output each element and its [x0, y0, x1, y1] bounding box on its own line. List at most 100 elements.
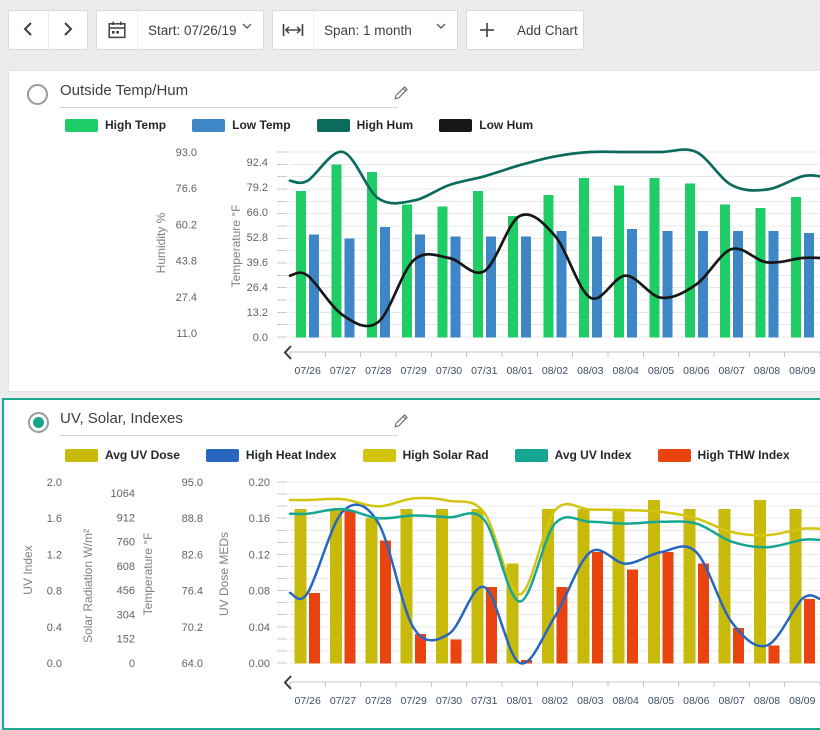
tick-label: 95.0 — [182, 477, 203, 489]
x-label: 07/30 — [436, 365, 462, 377]
legend-item-low-hum[interactable]: Low Hum — [439, 118, 533, 132]
axis-title-solar: Solar Radiation W/m² — [81, 529, 95, 643]
x-label: 07/30 — [436, 695, 462, 707]
prev-date-button[interactable] — [9, 11, 48, 49]
tick-label: 760 — [117, 537, 135, 549]
span-label: Span: 1 month — [324, 23, 435, 38]
x-label: 07/29 — [401, 365, 427, 377]
tick-label: 0.0 — [47, 658, 62, 670]
legend-item-high-hum[interactable]: High Hum — [317, 118, 414, 132]
legend-label: Low Temp — [232, 118, 290, 132]
tick-label: 912 — [117, 512, 135, 524]
legend-item-high-thw-index[interactable]: High THW Index — [658, 448, 790, 462]
x-label: 08/04 — [613, 365, 639, 377]
x-label: 08/07 — [719, 695, 745, 707]
x-label: 07/27 — [330, 365, 356, 377]
tick-label: 608 — [117, 561, 135, 573]
tick-label: 0.16 — [249, 513, 270, 525]
tick-label: 79.2 — [247, 182, 268, 194]
axis-title-temp: Temperature °F — [229, 205, 243, 288]
legend-label: Avg UV Index — [555, 448, 632, 462]
chart-title[interactable]: Outside Temp/Hum — [60, 82, 188, 99]
x-label: 08/09 — [789, 695, 815, 707]
tick-label: 1064 — [111, 488, 135, 500]
x-label: 08/06 — [683, 365, 709, 377]
x-label: 07/31 — [471, 365, 497, 377]
tick-label: 0.4 — [47, 622, 62, 634]
add-chart-button[interactable]: Add Chart — [466, 10, 584, 50]
x-label: 08/01 — [507, 365, 533, 377]
x-label: 08/04 — [613, 695, 639, 707]
tick-label: 0.8 — [47, 586, 62, 598]
pencil-icon[interactable] — [392, 413, 409, 435]
tick-label: 76.4 — [182, 586, 203, 598]
tick-label: 60.2 — [176, 219, 197, 231]
tick-label: 26.4 — [247, 282, 268, 294]
tick-label: 93.0 — [176, 147, 197, 159]
uv-solar-indexes-chart[interactable]: UV Index2.01.61.20.80.40.0Solar Radiatio… — [20, 470, 820, 714]
calendar-icon — [97, 20, 137, 40]
chevron-left-icon — [23, 21, 33, 40]
divider — [137, 11, 138, 49]
x-label: 08/08 — [754, 365, 780, 377]
legend-label: High Solar Rad — [403, 448, 489, 462]
tick-label: 82.6 — [182, 549, 203, 561]
add-chart-label: Add Chart — [517, 23, 583, 38]
legend: High Temp Low Temp High Hum Low Hum — [65, 118, 533, 132]
axis-title-med: UV Dose MEDs — [217, 532, 231, 616]
legend-label: Avg UV Dose — [105, 448, 180, 462]
x-label: 07/27 — [330, 695, 356, 707]
legend-item-high-solar-rad[interactable]: High Solar Rad — [363, 448, 489, 462]
x-label: 08/08 — [754, 695, 780, 707]
tick-label: 152 — [117, 634, 135, 646]
start-date-label: Start: 07/26/19 — [148, 23, 241, 38]
chevron-down-icon — [435, 17, 447, 35]
outside-temp-hum-chart[interactable]: Humidity %93.076.660.243.827.411.0Temper… — [20, 140, 820, 385]
tick-label: 52.8 — [247, 232, 268, 244]
x-label: 08/07 — [719, 365, 745, 377]
legend-item-avg-uv-index[interactable]: Avg UV Index — [515, 448, 632, 462]
x-label: 08/01 — [507, 695, 533, 707]
legend-item-low-temp[interactable]: Low Temp — [192, 118, 290, 132]
pencil-icon[interactable] — [392, 85, 409, 107]
tick-label: 64.0 — [182, 658, 203, 670]
legend-swatch — [192, 119, 225, 132]
legend-swatch — [65, 119, 98, 132]
tick-label: 27.4 — [176, 292, 197, 304]
legend-item-avg-uv-dose[interactable]: Avg UV Dose — [65, 448, 180, 462]
chart-select-radio[interactable] — [28, 412, 49, 433]
x-label: 08/05 — [648, 365, 674, 377]
tick-label: 70.2 — [182, 622, 203, 634]
legend-swatch — [658, 449, 691, 462]
next-date-button[interactable] — [48, 11, 87, 49]
legend-swatch — [206, 449, 239, 462]
start-date-dropdown[interactable]: Start: 07/26/19 — [96, 10, 264, 50]
x-label: 07/29 — [401, 695, 427, 707]
x-label: 07/28 — [365, 365, 391, 377]
x-label: 07/26 — [295, 695, 321, 707]
chart-select-radio[interactable] — [27, 84, 48, 105]
x-label: 08/03 — [577, 365, 603, 377]
x-label: 07/31 — [471, 695, 497, 707]
legend-label: High Heat Index — [246, 448, 337, 462]
axis-title-uv: UV Index — [21, 545, 35, 594]
tick-label: 0.00 — [249, 658, 270, 670]
legend-swatch — [317, 119, 350, 132]
tick-label: 0.08 — [249, 586, 270, 598]
legend-label: High Hum — [357, 118, 414, 132]
x-label: 08/02 — [542, 365, 568, 377]
axis-title-temp2: Temperature °F — [141, 533, 155, 616]
plus-icon — [467, 22, 507, 38]
tick-label: 0.12 — [249, 549, 270, 561]
divider — [313, 11, 314, 49]
legend-item-high-heat-index[interactable]: High Heat Index — [206, 448, 337, 462]
x-label: 08/09 — [789, 365, 815, 377]
tick-label: 1.2 — [47, 549, 62, 561]
tick-label: 0.04 — [249, 622, 270, 634]
x-label: 07/26 — [295, 365, 321, 377]
legend-item-high-temp[interactable]: High Temp — [65, 118, 166, 132]
span-dropdown[interactable]: Span: 1 month — [272, 10, 458, 50]
x-axis — [290, 352, 820, 357]
chart-title[interactable]: UV, Solar, Indexes — [60, 410, 183, 427]
chevron-right-icon — [63, 21, 73, 40]
